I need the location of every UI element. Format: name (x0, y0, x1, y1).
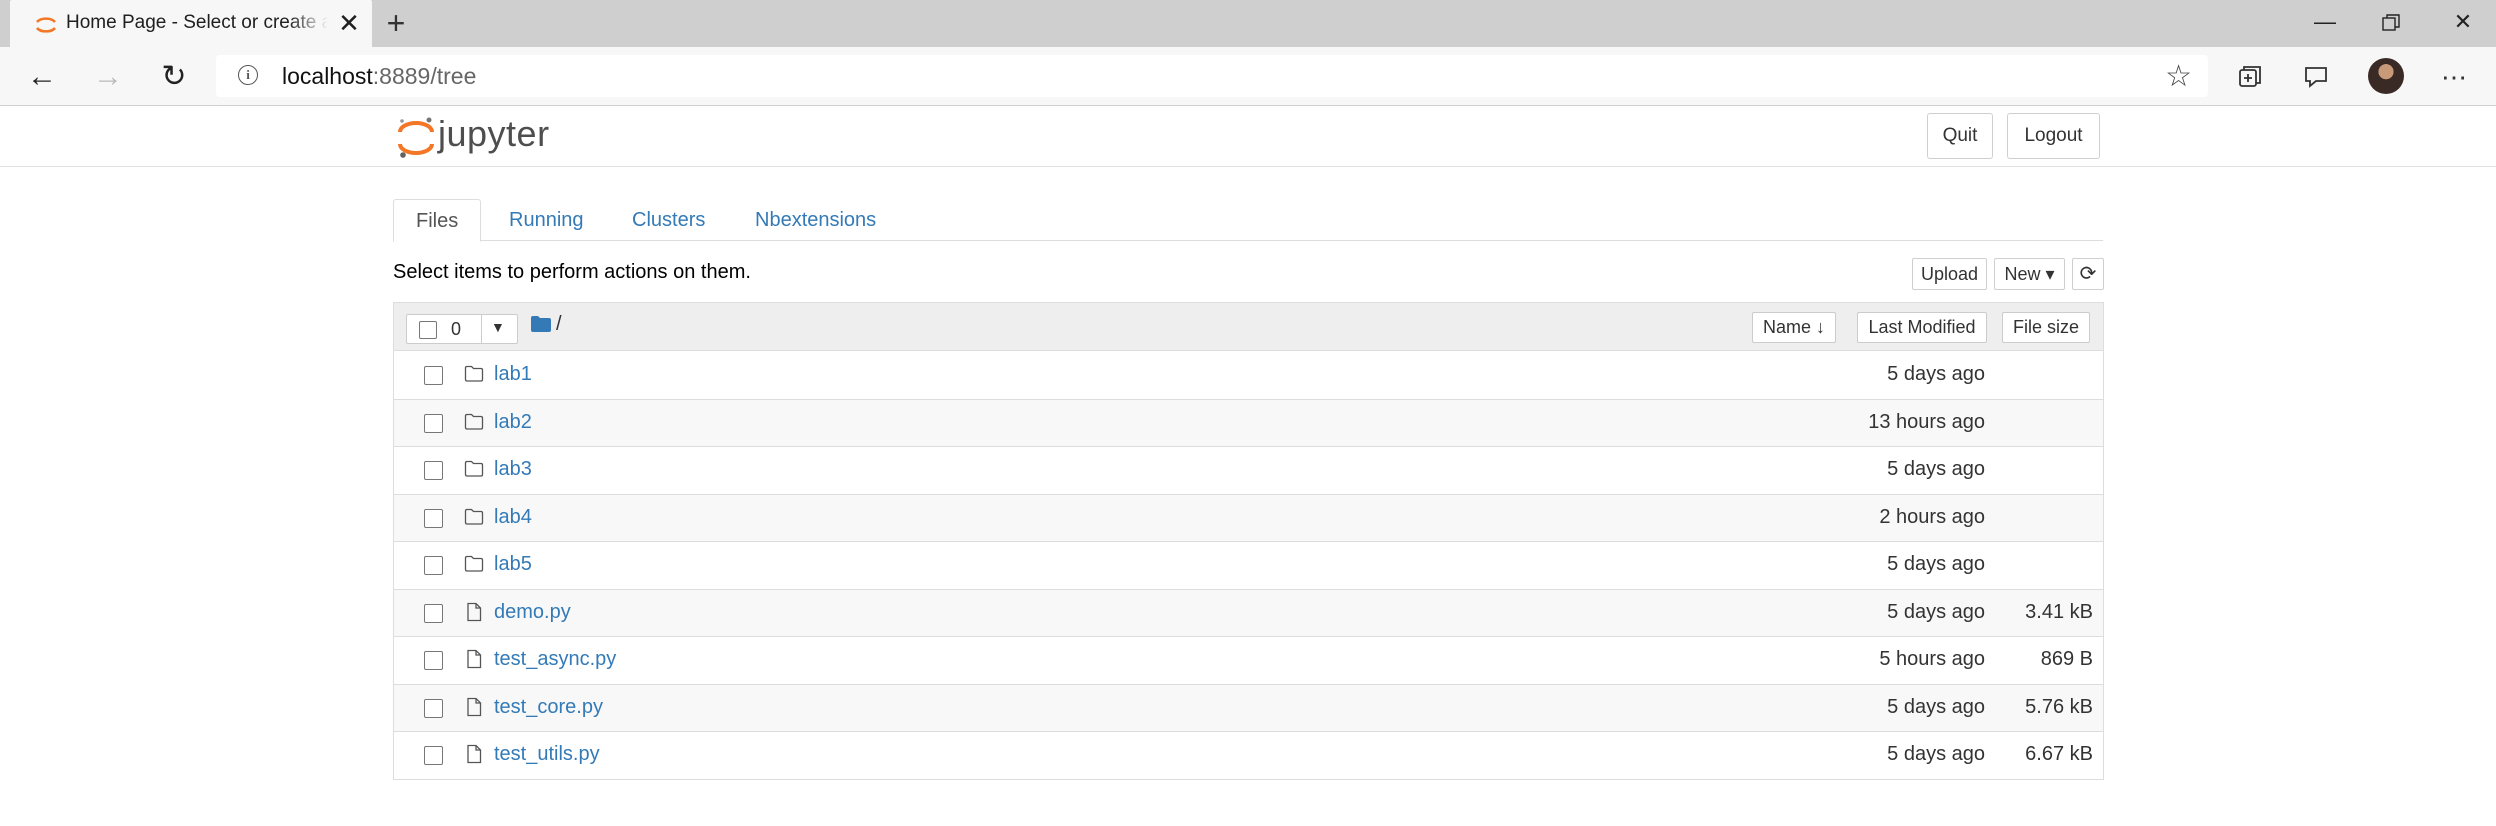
logout-button[interactable]: Logout (2007, 113, 2100, 159)
list-item[interactable]: lab3 5 days ago (394, 447, 2103, 495)
sort-by-modified-button[interactable]: Last Modified (1857, 312, 1987, 343)
item-name-link[interactable]: lab3 (494, 458, 532, 481)
item-checkbox[interactable] (424, 413, 443, 433)
tab-close-icon[interactable]: ✕ (336, 10, 362, 36)
select-all-checkbox[interactable] (419, 321, 437, 339)
item-checkbox[interactable] (424, 366, 443, 385)
folder-icon (464, 507, 484, 527)
more-menu-icon[interactable]: ⋯ (2436, 59, 2472, 95)
file-icon (464, 744, 484, 764)
breadcrumb[interactable]: / (556, 313, 562, 336)
folder-icon[interactable] (530, 315, 552, 333)
folder-icon (464, 459, 484, 479)
url-text[interactable]: localhost:8889/tree (282, 63, 476, 90)
item-modified: 5 days ago (1887, 553, 1985, 575)
file-icon (464, 697, 484, 717)
upload-button[interactable]: Upload (1912, 258, 1987, 290)
minimize-icon[interactable]: — (2292, 0, 2358, 47)
tab-files[interactable]: Files (393, 199, 482, 242)
item-name-link[interactable]: lab2 (494, 411, 532, 434)
jupyter-logo-text: jupyter (438, 113, 550, 154)
restore-icon[interactable] (2358, 0, 2424, 47)
item-checkbox[interactable] (424, 698, 443, 718)
item-size: 3.41 kB (2025, 600, 2093, 623)
list-item[interactable]: lab1 5 days ago (394, 352, 2103, 400)
window-close-icon[interactable]: ✕ (2430, 0, 2496, 47)
jupyter-logo-icon (398, 117, 434, 158)
item-modified: 5 days ago (1887, 695, 1985, 718)
reload-icon[interactable]: ↻ (154, 57, 194, 97)
address-bar[interactable]: i localhost:8889/tree ☆ (216, 55, 2208, 97)
back-icon[interactable]: ← (22, 57, 62, 97)
quit-button[interactable]: Quit (1927, 113, 1993, 159)
file-list-header: 0 ▼ / Name ↓ Last Modified File size (394, 303, 2103, 351)
folder-icon (464, 412, 484, 432)
selection-hint: Select items to perform actions on them. (393, 261, 751, 283)
item-checkbox[interactable] (424, 508, 443, 528)
dashboard-tabs: Files Running Clusters Nbextensions (393, 199, 2103, 242)
item-name-link[interactable]: test_utils.py (494, 743, 600, 766)
item-checkbox[interactable] (424, 651, 443, 670)
item-modified: 2 hours ago (1879, 505, 1985, 528)
item-modified: 5 days ago (1887, 363, 1985, 385)
selected-count: 0 (451, 319, 462, 339)
sort-by-name-button[interactable]: Name ↓ (1752, 312, 1836, 343)
tab-nbextensions[interactable]: Nbextensions (755, 199, 876, 241)
item-modified: 5 days ago (1887, 743, 1985, 765)
list-item[interactable]: lab4 2 hours ago (394, 494, 2103, 542)
item-checkbox[interactable] (424, 603, 443, 623)
item-checkbox[interactable] (424, 556, 443, 575)
list-item[interactable]: test_utils.py 5 days ago 6.67 kB (394, 732, 2103, 780)
item-name-link[interactable]: lab4 (494, 506, 532, 529)
list-item[interactable]: demo.py 5 days ago 3.41 kB (394, 589, 2103, 637)
item-size: 5.76 kB (2025, 695, 2093, 718)
refresh-icon[interactable]: ⟳ (2072, 258, 2104, 290)
item-modified: 5 days ago (1887, 600, 1985, 623)
select-all-control[interactable]: 0 ▼ (406, 314, 518, 344)
file-icon (464, 602, 484, 622)
list-item[interactable]: lab2 13 hours ago (394, 399, 2103, 447)
profile-avatar[interactable] (2368, 58, 2404, 94)
file-icon (464, 649, 484, 669)
feedback-icon[interactable] (2298, 59, 2334, 95)
item-name-link[interactable]: test_core.py (494, 696, 603, 719)
jupyter-favicon-icon (35, 17, 57, 33)
item-size: 6.67 kB (2025, 743, 2093, 765)
folder-icon (464, 364, 484, 384)
collections-icon[interactable] (2232, 59, 2268, 95)
list-item[interactable]: lab5 5 days ago (394, 542, 2103, 590)
browser-toolbar: ← → ↻ i localhost:8889/tree ☆ ⋯ (0, 47, 2496, 106)
file-list: 0 ▼ / Name ↓ Last Modified File size lab… (393, 302, 2104, 780)
site-info-icon[interactable]: i (238, 65, 258, 85)
favorite-star-icon[interactable]: ☆ (2165, 59, 2192, 94)
list-item[interactable]: test_async.py 5 hours ago 869 B (394, 637, 2103, 685)
chevron-down-icon[interactable]: ▼ (491, 319, 505, 335)
tab-clusters[interactable]: Clusters (632, 199, 705, 241)
list-item[interactable]: test_core.py 5 days ago 5.76 kB (394, 684, 2103, 732)
item-size: 869 B (2040, 648, 2093, 670)
item-name-link[interactable]: lab1 (494, 363, 532, 386)
item-name-link[interactable]: demo.py (494, 601, 571, 624)
item-modified: 5 hours ago (1879, 648, 1985, 670)
item-name-link[interactable]: lab5 (494, 553, 532, 576)
item-checkbox[interactable] (424, 461, 443, 480)
jupyter-header: jupyter Quit Logout (0, 106, 2496, 167)
sort-by-size-button[interactable]: File size (2002, 312, 2090, 343)
item-modified: 5 days ago (1887, 458, 1985, 480)
item-checkbox[interactable] (424, 746, 443, 765)
browser-tab[interactable]: Home Page - Select or create a notebook … (10, 0, 372, 47)
folder-icon (464, 554, 484, 574)
tab-running[interactable]: Running (509, 199, 584, 241)
item-name-link[interactable]: test_async.py (494, 648, 616, 671)
browser-tab-title: Home Page - Select or create a notebook (66, 12, 328, 33)
item-modified: 13 hours ago (1868, 410, 1985, 433)
browser-titlebar: Home Page - Select or create a notebook … (0, 0, 2496, 47)
forward-icon: → (93, 60, 123, 93)
new-tab-icon[interactable]: + (380, 7, 412, 39)
new-dropdown-button[interactable]: New ▾ (1994, 258, 2065, 290)
